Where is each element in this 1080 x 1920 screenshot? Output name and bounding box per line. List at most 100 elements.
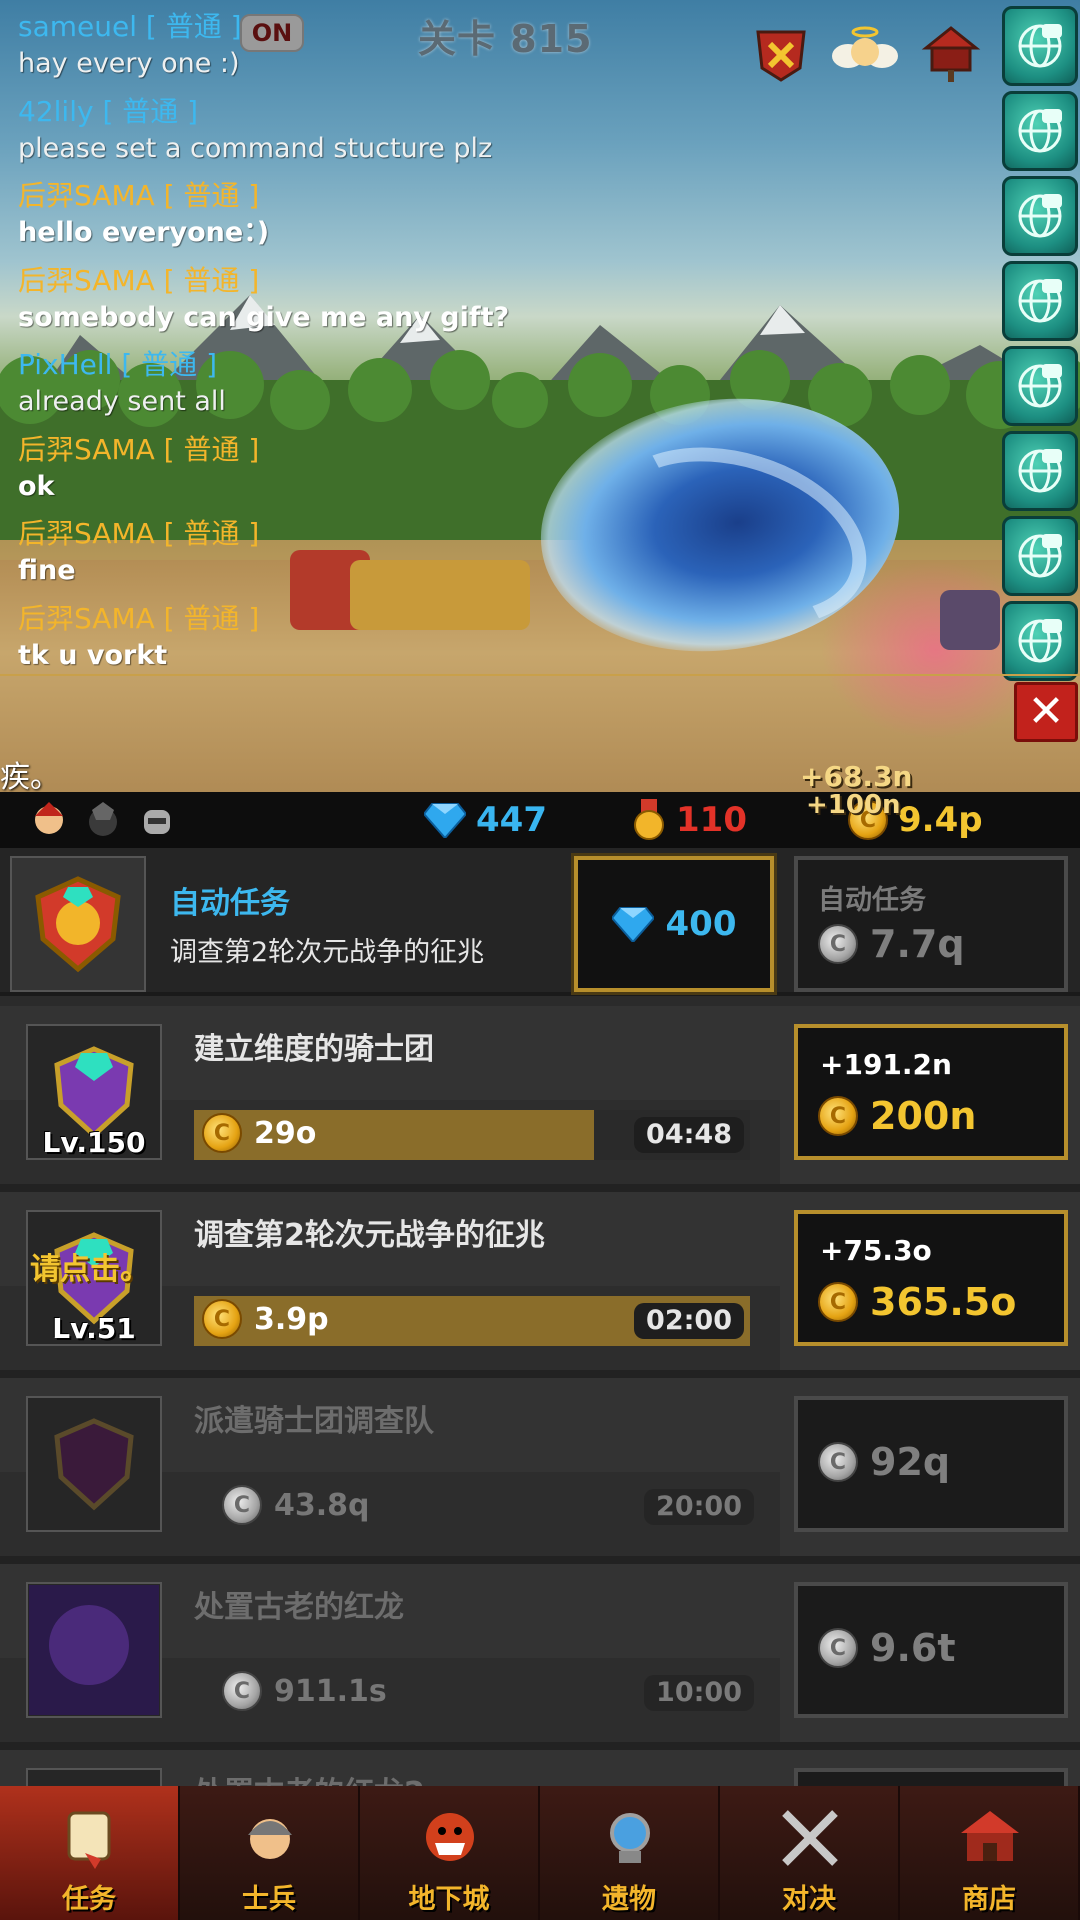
auto-quest-title: 自动任务 bbox=[170, 886, 290, 921]
auto-quest-button-title: 自动任务 bbox=[818, 885, 926, 916]
relic-orb-icon bbox=[590, 1798, 670, 1878]
quest-portrait-icon[interactable] bbox=[26, 1768, 162, 1786]
quest-name: 处置古老的红龙2 bbox=[194, 1768, 425, 1786]
quest-timer: 02:00 bbox=[634, 1303, 744, 1339]
chat-username[interactable]: 后羿SAMA [ 普通 ] bbox=[18, 515, 778, 553]
quest-row: 处置古老的红龙2 bbox=[0, 1750, 1080, 1786]
chat-username[interactable]: PixHell [ 普通 ] bbox=[18, 346, 778, 384]
quest-progress-bar: 29o 04:48 bbox=[194, 1110, 750, 1160]
chat-username[interactable]: 后羿SAMA [ 普通 ] bbox=[18, 600, 778, 638]
chat-username[interactable]: 后羿SAMA [ 普通 ] bbox=[18, 177, 778, 215]
gem-count: 447 bbox=[476, 800, 547, 840]
crossed-swords-icon bbox=[770, 1798, 850, 1878]
upgrade-quest-button[interactable]: 92q bbox=[794, 1396, 1068, 1532]
chat-text: please set a command stucture plz bbox=[18, 132, 493, 164]
chat-globe-icon[interactable] bbox=[1002, 6, 1078, 86]
chat-message: 后羿SAMA [ 普通 ] fine bbox=[18, 515, 778, 600]
angel-icon[interactable] bbox=[830, 18, 900, 88]
upgrade-quest-button[interactable] bbox=[794, 1768, 1068, 1786]
nav-tab-6[interactable]: 商店 bbox=[900, 1786, 1080, 1920]
quest-level: Lv.51 bbox=[52, 1312, 136, 1345]
buy-auto-quest-gem-button[interactable]: 400 bbox=[571, 853, 777, 995]
nav-tab-label: 士兵 bbox=[242, 1884, 296, 1915]
chat-message: 后羿SAMA [ 普通 ] somebody can give me any gi… bbox=[18, 262, 778, 347]
upgrade-cost: 9.6t bbox=[818, 1626, 955, 1670]
quest-progress-bar: 43.8q 20:00 bbox=[214, 1482, 760, 1532]
chat-globe-icon[interactable] bbox=[1002, 601, 1078, 681]
auto-quest-emblem-icon bbox=[10, 856, 146, 992]
silver-coin-icon bbox=[818, 1628, 858, 1668]
auto-quest-subtitle: 调查第2轮次元战争的征兆 bbox=[170, 937, 485, 968]
robot-avatar-icon[interactable] bbox=[138, 800, 176, 840]
nav-tab-label: 商店 bbox=[962, 1884, 1016, 1915]
quest-row: 派遣骑士团调查队 43.8q 20:00 92q bbox=[0, 1378, 1080, 1564]
buy-auto-quest-gold-button[interactable]: 自动任务 7.7q bbox=[794, 856, 1068, 992]
chat-text: already sent all bbox=[18, 386, 226, 417]
upgrade-quest-button[interactable]: +75.3o 365.5o bbox=[794, 1210, 1068, 1346]
gold-coin-icon bbox=[818, 1282, 858, 1322]
quest-progress-bar: 911.1s 10:00 bbox=[214, 1668, 760, 1718]
chat-text: fine bbox=[18, 555, 76, 586]
chat-globe-icon[interactable] bbox=[1002, 431, 1078, 511]
quest-portrait-icon[interactable] bbox=[26, 1396, 162, 1532]
scroll-icon bbox=[50, 1798, 130, 1878]
chat-username[interactable]: sameuel [ 普通 ] bbox=[18, 8, 778, 46]
resource-bar: 447 110 9.4p +100n bbox=[0, 790, 1080, 848]
close-chat-button[interactable]: ✕ bbox=[1014, 682, 1078, 742]
quest-name: 建立维度的骑士团 bbox=[194, 1032, 434, 1067]
auto-quest-button-cost: 7.7q bbox=[818, 922, 965, 966]
gold-coin-icon bbox=[818, 1096, 858, 1136]
chat-globe-icon[interactable] bbox=[1002, 176, 1078, 256]
upgrade-cost: 365.5o bbox=[818, 1280, 1016, 1324]
quest-level: Lv.150 bbox=[42, 1126, 146, 1159]
quest-progress-bar: 3.9p 02:00 bbox=[194, 1296, 750, 1346]
mailbox-icon[interactable] bbox=[916, 18, 986, 88]
gem-cost: 400 bbox=[665, 904, 737, 944]
quest-row: 处置古老的红龙 911.1s 10:00 9.6t bbox=[0, 1564, 1080, 1750]
chat-log[interactable]: sameuel [ 普通 ] hay every one :) 42lily [ 普… bbox=[18, 8, 778, 684]
chat-username[interactable]: 42lily [ 普通 ] bbox=[18, 93, 778, 131]
chat-globe-icon[interactable] bbox=[1002, 516, 1078, 596]
gold-coin-icon bbox=[202, 1299, 242, 1339]
chat-username[interactable]: 后羿SAMA [ 普通 ] bbox=[18, 262, 778, 300]
chat-globe-icon[interactable] bbox=[1002, 261, 1078, 341]
silver-coin-icon bbox=[222, 1671, 262, 1711]
chat-text: hello everyone：) bbox=[18, 217, 270, 248]
nav-tab-4[interactable]: 遗物 bbox=[540, 1786, 720, 1920]
nav-tab-1[interactable]: 任务 bbox=[0, 1786, 180, 1920]
nav-tab-3[interactable]: 地下城 bbox=[360, 1786, 540, 1920]
chat-message: 后羿SAMA [ 普通 ] hello everyone：) bbox=[18, 177, 778, 262]
medal-count: 110 bbox=[676, 800, 747, 840]
chat-globe-icon[interactable] bbox=[1002, 91, 1078, 171]
upgrade-quest-button[interactable]: 9.6t bbox=[794, 1582, 1068, 1718]
quest-row: Lv.150 建立维度的骑士团 29o 04:48 +191.2n 200n bbox=[0, 1006, 1080, 1192]
chat-globe-icon[interactable] bbox=[1002, 346, 1078, 426]
soldier-icon bbox=[230, 1798, 310, 1878]
gold-count: 9.4p bbox=[898, 800, 983, 840]
dark-knight-avatar-icon[interactable] bbox=[84, 800, 122, 840]
gold-coin-icon bbox=[202, 1113, 242, 1153]
quest-list[interactable]: 自动任务 调查第2轮次元战争的征兆 400 自动任务 7.7q Lv.150 建立… bbox=[0, 848, 1080, 1786]
upgrade-quest-button[interactable]: +191.2n 200n bbox=[794, 1024, 1068, 1160]
diamond-icon bbox=[611, 907, 654, 942]
nav-tab-5[interactable]: 对决 bbox=[720, 1786, 900, 1920]
upgrade-cost: 92q bbox=[818, 1440, 950, 1484]
chat-text: hay every one :) bbox=[18, 48, 240, 79]
quest-timer: 04:48 bbox=[634, 1117, 744, 1153]
chat-text: somebody can give me any gift? bbox=[18, 301, 510, 333]
nav-tab-2[interactable]: 士兵 bbox=[180, 1786, 360, 1920]
chat-text: ok bbox=[18, 470, 55, 502]
hero-avatar-icon[interactable] bbox=[30, 800, 68, 840]
quest-income: 29o bbox=[202, 1113, 316, 1153]
battle-scene: 关卡 815 ON sameuel [ 普通 ] hay every one :)… bbox=[0, 0, 1080, 792]
quest-portrait-icon[interactable] bbox=[26, 1582, 162, 1718]
quest-name: 调查第2轮次元战争的征兆 bbox=[194, 1218, 545, 1253]
chat-username[interactable]: 后羿SAMA [ 普通 ] bbox=[18, 431, 778, 469]
silver-coin-icon bbox=[818, 924, 858, 964]
quest-name: 派遣骑士团调查队 bbox=[194, 1404, 434, 1439]
quest-timer: 20:00 bbox=[644, 1489, 754, 1525]
auto-quest-row: 自动任务 调查第2轮次元战争的征兆 400 自动任务 7.7q bbox=[0, 848, 1080, 996]
floating-gain-number: +68.3n bbox=[800, 760, 913, 792]
floating-gain-number: +100n bbox=[806, 790, 901, 820]
upgrade-gain: +191.2n bbox=[820, 1048, 952, 1081]
